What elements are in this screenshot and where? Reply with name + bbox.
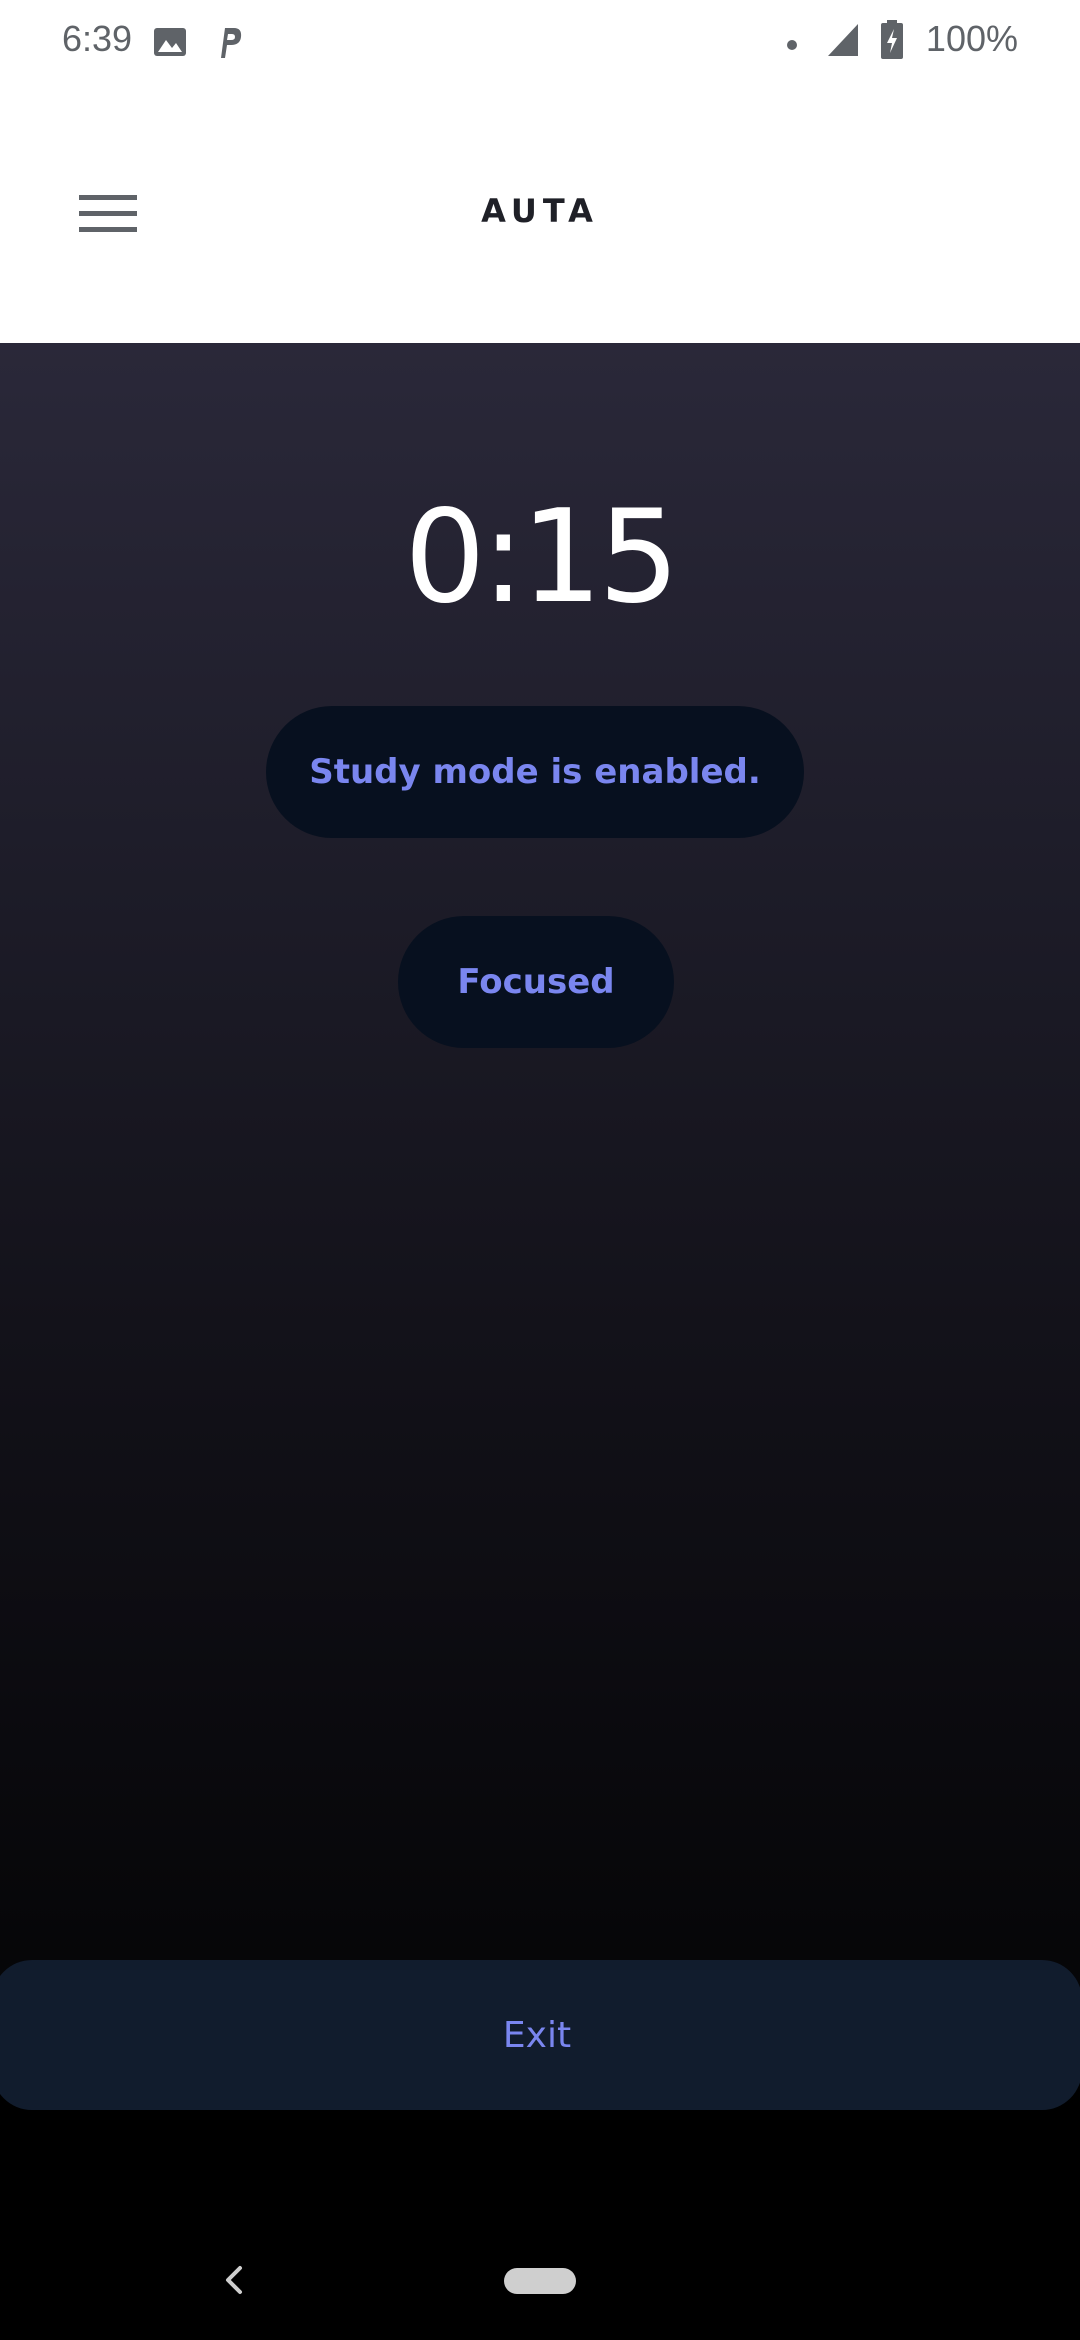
exit-button[interactable]: Exit (0, 1960, 1080, 2110)
image-notification-icon (152, 24, 188, 64)
exit-label: Exit (502, 2014, 572, 2056)
focused-pill[interactable]: Focused (398, 916, 674, 1048)
battery-percent: 100% (925, 18, 1018, 59)
focused-label: Focused (457, 962, 615, 1002)
main-content: 0:15 Study mode is enabled. Focused (0, 343, 1080, 2000)
screen: 6:39 100% AUTA 0:15 Study mode is enable… (0, 0, 1080, 2340)
dot-icon (786, 36, 798, 55)
signal-icon (826, 22, 860, 62)
app-title: AUTA (481, 192, 599, 230)
home-pill-icon[interactable] (504, 2268, 576, 2294)
status-bar: 6:39 100% (0, 0, 1080, 84)
back-icon[interactable] (214, 2256, 254, 2304)
study-mode-label: Study mode is enabled. (309, 752, 761, 792)
timer-display: 0:15 (404, 483, 679, 632)
parking-notification-icon (214, 24, 244, 64)
battery-charging-icon (880, 20, 904, 64)
app-bar: AUTA (0, 84, 1080, 343)
status-time: 6:39 (62, 18, 133, 59)
study-mode-pill: Study mode is enabled. (266, 706, 804, 838)
navigation-bar (0, 2160, 1080, 2340)
